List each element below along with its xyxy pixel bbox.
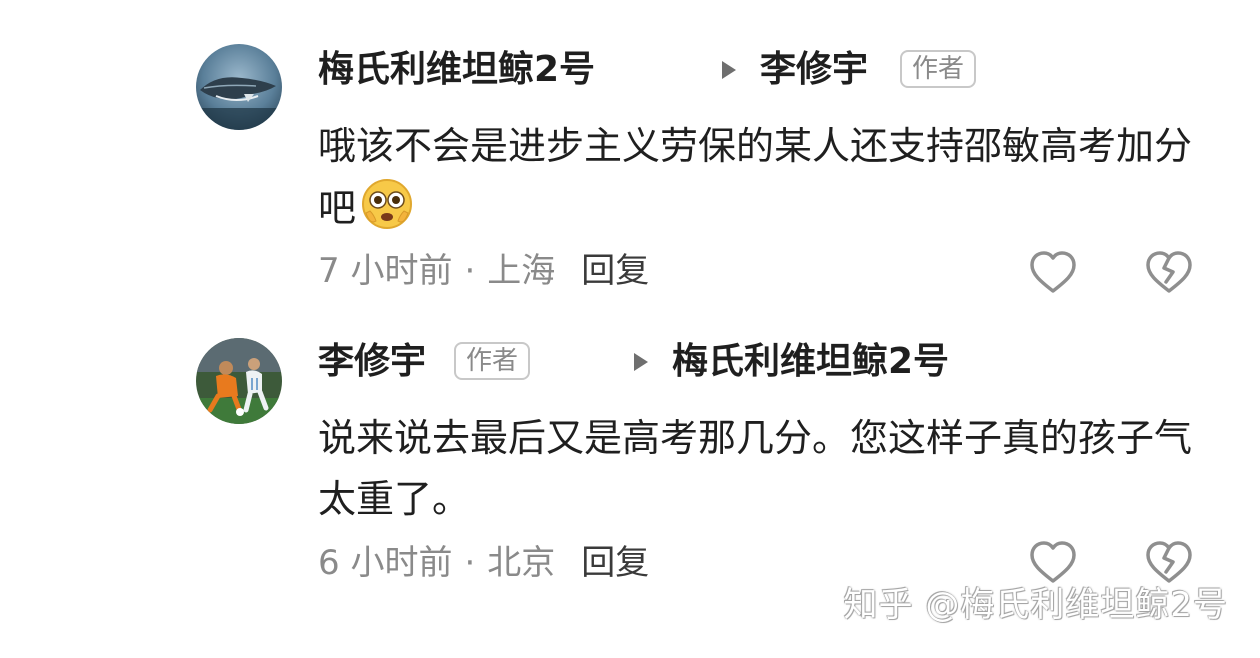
- meta-separator: ·: [464, 543, 476, 583]
- comment-text: 哦该不会是进步主义劳保的某人还支持邵敏高考加分吧: [318, 124, 1193, 230]
- comment-time: 7 小时前: [318, 251, 453, 291]
- reply-arrow-icon: [632, 352, 650, 372]
- like-button[interactable]: [1028, 248, 1078, 298]
- flushed-face-emoji: [360, 177, 414, 249]
- author-badge: 作者: [900, 50, 977, 88]
- meta-separator: ·: [464, 251, 476, 291]
- comment-text-block: 哦该不会是进步主义劳保的某人还支持邵敏高考加分吧: [318, 116, 1198, 249]
- reply-to-name[interactable]: 李修宇: [760, 40, 868, 100]
- reply-button[interactable]: 回复: [581, 538, 649, 588]
- reply-button[interactable]: 回复: [581, 246, 649, 296]
- broken-heart-icon: [1146, 251, 1192, 293]
- author-badge: 作者: [454, 342, 531, 380]
- whale-avatar-image: [196, 44, 282, 130]
- soccer-avatar-image: [196, 338, 282, 424]
- comment-meta: 6 小时前 · 北京 回复: [318, 538, 649, 588]
- author-name[interactable]: 梅氏利维坦鲸2号: [318, 40, 595, 100]
- comment-text-block: 说来说去最后又是高考那几分。您这样子真的孩子气太重了。: [318, 408, 1198, 530]
- heart-outline-icon: [1030, 251, 1076, 293]
- avatar[interactable]: [196, 338, 282, 424]
- reply-to-name[interactable]: 梅氏利维坦鲸2号: [672, 332, 949, 392]
- avatar[interactable]: [196, 44, 282, 130]
- comment-meta: 7 小时前 · 上海 回复: [318, 246, 649, 296]
- comment-location: 北京: [487, 543, 556, 583]
- comment-time: 6 小时前: [318, 543, 453, 583]
- comment-location: 上海: [487, 251, 556, 291]
- author-name[interactable]: 李修宇: [318, 332, 426, 392]
- reply-arrow-icon: [720, 60, 738, 80]
- comment-text: 说来说去最后又是高考那几分。您这样子真的孩子气太重了。: [318, 416, 1193, 521]
- dislike-button[interactable]: [1144, 248, 1194, 298]
- watermark: 知乎 @梅氏利维坦鲸2号: [843, 585, 1228, 625]
